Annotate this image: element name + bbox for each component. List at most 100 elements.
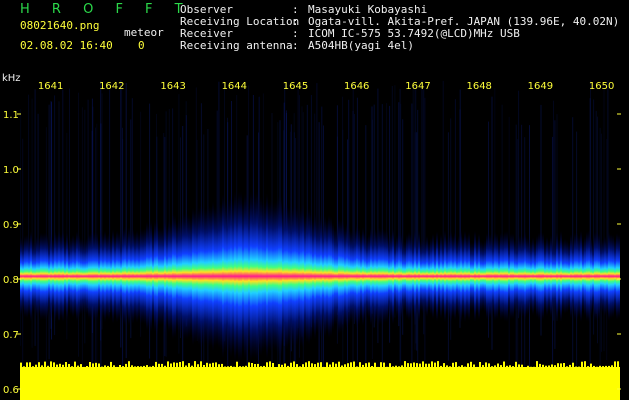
- noise-floor-spike: [125, 363, 127, 367]
- noise-floor-spike: [587, 366, 589, 367]
- band-column: [254, 193, 256, 359]
- noise-floor-spike: [158, 363, 160, 367]
- y-tick-label: 0.8: [3, 275, 19, 286]
- band-column: [80, 238, 82, 315]
- noise-streak: [508, 116, 510, 361]
- band-column: [592, 242, 594, 311]
- noise-floor-spike: [404, 361, 406, 367]
- band-column: [162, 228, 164, 325]
- band-column: [32, 240, 34, 313]
- band-column: [362, 226, 364, 326]
- band-column: [274, 201, 276, 351]
- band-column: [328, 214, 330, 338]
- meteor-count: 0: [138, 39, 145, 52]
- band-column: [468, 232, 470, 321]
- band-column: [552, 241, 554, 312]
- noise-floor-spike: [185, 365, 187, 367]
- noise-floor-spike: [98, 363, 100, 367]
- band-column: [212, 201, 214, 351]
- noise-floor-spike: [458, 366, 460, 367]
- band-column: [216, 207, 218, 346]
- band-column: [228, 198, 230, 354]
- noise-floor-spike: [443, 363, 445, 367]
- band-column: [432, 233, 434, 319]
- band-column: [22, 240, 24, 312]
- noise-floor-spike: [290, 362, 292, 367]
- band-column: [540, 231, 542, 322]
- band-column: [88, 233, 90, 319]
- band-column: [492, 238, 494, 315]
- noise-floor-spike: [407, 363, 409, 367]
- band-column: [452, 235, 454, 317]
- band-column: [584, 236, 586, 316]
- band-column: [30, 231, 32, 322]
- band-column: [76, 231, 78, 322]
- band-column: [448, 233, 450, 320]
- noise-floor-spike: [473, 364, 475, 367]
- band-column: [360, 233, 362, 319]
- band-column: [348, 227, 350, 326]
- noise-floor-spike: [449, 366, 451, 367]
- band-column: [588, 230, 590, 322]
- x-tick-label: 1641: [38, 81, 63, 92]
- band-column: [546, 236, 548, 316]
- band-column: [410, 233, 412, 319]
- noise-floor-spike: [434, 362, 436, 367]
- band-column: [200, 205, 202, 348]
- noise-floor-spike: [89, 362, 91, 367]
- noise-floor-spike: [326, 362, 328, 367]
- noise-floor-spike: [44, 361, 46, 367]
- band-column: [506, 230, 508, 322]
- band-column: [404, 240, 406, 312]
- y-tick-label: 1.0: [3, 165, 19, 176]
- band-column: [568, 242, 570, 311]
- noise-floor-spike: [269, 361, 271, 367]
- noise-floor-spike: [506, 365, 508, 367]
- band-column: [476, 239, 478, 314]
- noise-floor-spike: [113, 365, 115, 367]
- band-column: [422, 239, 424, 314]
- noise-floor-spike: [461, 365, 463, 367]
- band-column: [132, 228, 134, 324]
- band-column: [604, 236, 606, 317]
- band-column: [572, 239, 574, 314]
- band-column: [64, 239, 66, 313]
- noise-floor-spike: [296, 364, 298, 367]
- band-column: [420, 240, 422, 312]
- band-column: [378, 227, 380, 326]
- band-column: [298, 211, 300, 341]
- band-column: [128, 227, 130, 326]
- band-column: [44, 232, 46, 320]
- band-column: [78, 234, 80, 318]
- band-column: [224, 200, 226, 353]
- band-column: [398, 229, 400, 324]
- band-column: [344, 226, 346, 326]
- noise-floor-spike: [485, 362, 487, 367]
- band-column: [112, 229, 114, 324]
- band-column: [34, 240, 36, 313]
- y-axis-unit: kHz: [2, 73, 21, 84]
- info-key: Receiving antenna: [180, 39, 293, 52]
- noise-floor-spike: [512, 366, 514, 367]
- noise-floor-spike: [35, 364, 37, 367]
- noise-floor-spike: [122, 366, 124, 367]
- noise-floor-spike: [224, 366, 226, 367]
- noise-floor-spike: [542, 364, 544, 367]
- noise-streak: [424, 97, 426, 362]
- y-tick-label: 0.6: [3, 385, 19, 396]
- noise-floor-spike: [452, 362, 454, 367]
- band-column: [180, 218, 182, 335]
- datetime: 02.08.02 16:40: [20, 39, 113, 52]
- band-column: [122, 228, 124, 324]
- noise-floor-spike: [368, 362, 370, 367]
- band-column: [374, 228, 376, 325]
- x-tick-label: 1650: [589, 81, 614, 92]
- noise-floor-spike: [227, 366, 229, 367]
- band-column: [192, 207, 194, 346]
- band-column: [548, 240, 550, 313]
- band-column: [306, 209, 308, 343]
- band-column: [196, 212, 198, 341]
- band-column: [234, 191, 236, 361]
- x-tick-label: 1649: [528, 81, 553, 92]
- band-column: [520, 235, 522, 317]
